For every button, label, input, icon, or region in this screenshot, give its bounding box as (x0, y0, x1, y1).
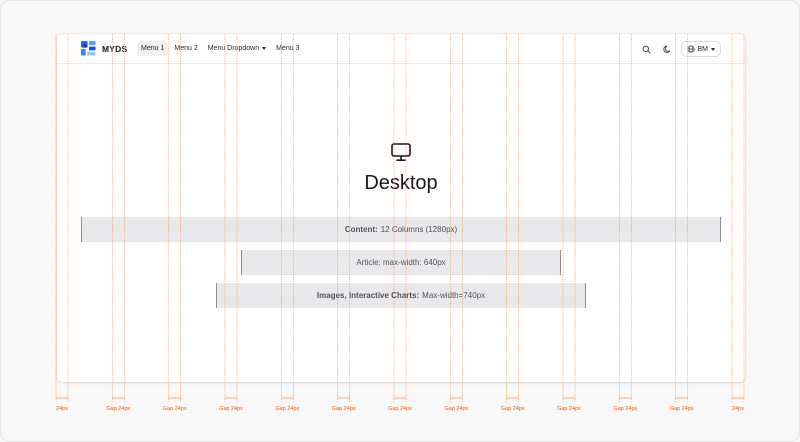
gap-label: Gap 24px (444, 406, 469, 412)
images-bar-text: Max-width=740px (422, 291, 486, 300)
margin-label: 24px (56, 406, 68, 412)
content-bar-bold: Content: (344, 225, 378, 234)
gap-label: Gap 24px (500, 406, 525, 412)
language-selector[interactable]: BM (680, 41, 721, 57)
content-bar-text: 12 Columns (1280px) (380, 225, 458, 234)
menu-item-2[interactable]: Menu 2 (170, 41, 201, 56)
myds-logo-icon (81, 41, 96, 56)
menu-item-label: Menu 3 (276, 45, 300, 52)
monitor-icon (391, 143, 411, 162)
gap-label: Gap 24px (219, 406, 243, 412)
article-width-bar: Article: max-width: 640px (241, 250, 561, 275)
brand-name: MYDS (102, 43, 128, 54)
caret-down-icon (711, 47, 715, 51)
menu-item-label: Menu 1 (141, 45, 165, 52)
desktop-preview-frame: MYDS Menu 1 Menu 2 Menu Dropdown Menu 3 (57, 34, 745, 382)
menu-item-label: Menu 2 (174, 45, 198, 52)
gap-label: Gap 24px (388, 406, 412, 412)
gap-label: Gap 24px (275, 406, 300, 412)
caret-down-icon (262, 47, 267, 50)
search-icon (642, 45, 651, 54)
images-bar-bold: Images, Interactive Charts: (316, 291, 420, 300)
theme-toggle-button[interactable] (660, 42, 675, 57)
menu-item-1[interactable]: Menu 1 (137, 41, 169, 56)
navbar-actions: BM (639, 41, 721, 57)
language-label: BM (697, 45, 709, 53)
navbar: MYDS Menu 1 Menu 2 Menu Dropdown Menu 3 (57, 34, 745, 64)
menu-item-dropdown[interactable]: Menu Dropdown (204, 41, 270, 56)
main-menu: Menu 1 Menu 2 Menu Dropdown Menu 3 (137, 41, 303, 56)
gap-label: Gap 24px (331, 406, 356, 412)
gap-label: Gap 24px (162, 406, 187, 412)
content-width-bar: Content: 12 Columns (1280px) (81, 217, 721, 242)
gap-label: Gap 24px (613, 406, 638, 412)
menu-item-3[interactable]: Menu 3 (272, 41, 303, 56)
gap-label: Gap 24px (106, 406, 131, 412)
menu-item-label: Menu Dropdown (207, 45, 260, 52)
page-title: Desktop (364, 172, 438, 194)
margin-label: 24px (732, 406, 744, 412)
brand-logo[interactable]: MYDS (81, 41, 127, 56)
canvas-background: MYDS Menu 1 Menu 2 Menu Dropdown Menu 3 (0, 0, 800, 442)
gap-label: Gap 24px (557, 406, 581, 412)
images-width-bar: Images, Interactive Charts: Max-width=74… (216, 283, 586, 308)
moon-icon (662, 45, 670, 53)
gap-label: Gap 24px (669, 406, 694, 412)
article-bar-text: Article: max-width: 640px (356, 258, 446, 267)
search-button[interactable] (639, 42, 654, 57)
globe-icon (686, 45, 695, 53)
